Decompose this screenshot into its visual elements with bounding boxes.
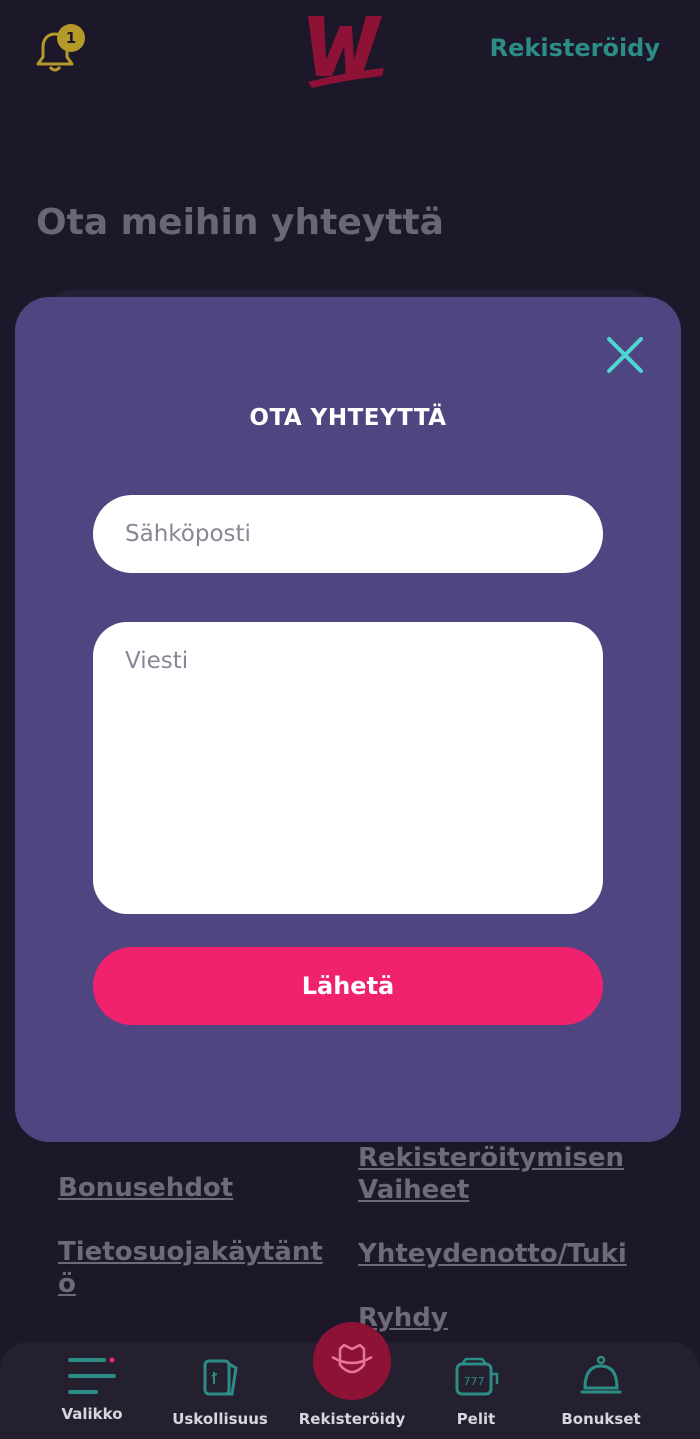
nav-label-games: Pelit [456,1410,496,1428]
contact-modal: OTA YHTEYTTÄ Lähetä [15,297,681,1142]
register-link[interactable]: Rekisteröidy [490,34,660,62]
close-icon[interactable] [603,333,647,377]
nav-item-loyalty[interactable]: Uskollisuus [170,1342,270,1439]
message-field[interactable] [93,622,603,914]
header: 1 Rekisteröidy [0,0,700,100]
footer-link-privacy-policy[interactable]: Tietosuojakäytänt ö [58,1236,323,1300]
nav-item-games[interactable]: 777 Pelit [440,1342,512,1439]
page-title: Ota meihin yhteyttä [36,202,444,243]
nav-label-register: Rekisteröidy [298,1410,406,1428]
menu-icon [68,1357,116,1394]
register-center-button[interactable] [313,1322,391,1400]
modal-title: OTA YHTEYTTÄ [249,405,447,431]
nav-label-menu: Valikko [61,1405,123,1423]
footer-link-contact-support[interactable]: Yhteydenotto/Tuki [358,1238,627,1270]
bell-service-icon [580,1355,622,1394]
notification-badge: 1 [57,24,85,52]
nav-item-menu[interactable]: Valikko [50,1342,134,1439]
nav-label-loyalty: Uskollisuus [172,1410,268,1428]
nav-label-bonuses: Bonukset [561,1410,641,1428]
loyalty-icon [203,1359,238,1396]
nav-item-bonuses[interactable]: Bonukset [556,1342,646,1439]
svg-text:777: 777 [464,1375,485,1388]
footer-link-bonus-terms[interactable]: Bonusehdot [58,1172,233,1204]
cowboy-hat-icon [331,1343,373,1374]
footer-link-registration-steps[interactable]: Rekisteröitymisen Vaiheet [358,1142,624,1206]
email-field[interactable] [93,495,603,573]
slot-machine-icon: 777 [455,1357,499,1396]
site-logo[interactable] [300,10,390,90]
send-button[interactable]: Lähetä [93,947,603,1025]
